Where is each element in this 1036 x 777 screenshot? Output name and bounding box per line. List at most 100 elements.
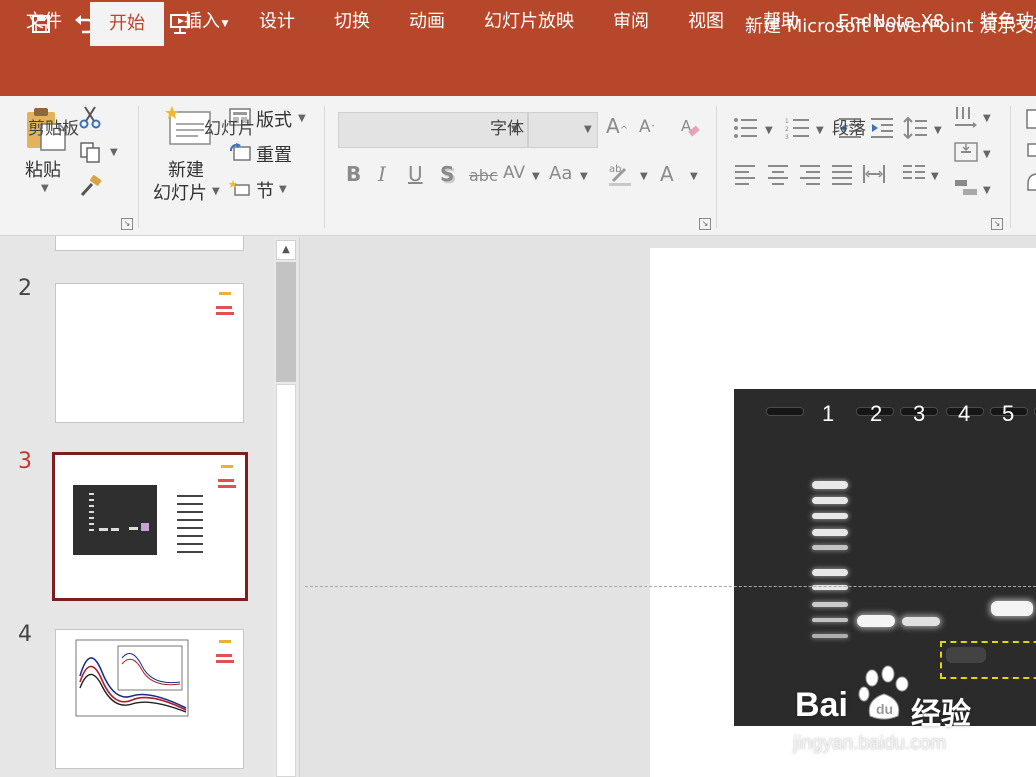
tab-slideshow[interactable]: 幻灯片放映 xyxy=(484,0,574,46)
cut-icon[interactable] xyxy=(78,104,102,130)
thumb-tag-red xyxy=(216,660,234,663)
layout-dropdown-icon[interactable]: ▼ xyxy=(298,113,306,124)
svg-text:3: 3 xyxy=(785,134,789,139)
tab-transitions[interactable]: 切换 xyxy=(334,0,370,46)
reset-button-label[interactable]: 重置 xyxy=(256,141,292,167)
tab-home[interactable]: 开始 xyxy=(90,2,164,46)
italic-icon[interactable]: I xyxy=(378,162,386,186)
thumb-tag-yellow xyxy=(221,465,233,468)
numbering-icon[interactable]: 123 xyxy=(784,116,812,140)
thumb-tag-red xyxy=(216,312,234,315)
svg-text:2: 2 xyxy=(785,126,789,133)
bold-icon[interactable]: B xyxy=(346,162,361,186)
new-slide-dropdown-icon[interactable]: ▼ xyxy=(212,186,220,197)
ribbon-separator xyxy=(1010,106,1011,228)
align-center-icon[interactable] xyxy=(765,162,791,186)
tab-file[interactable]: 文件 xyxy=(26,0,62,46)
character-spacing-dropdown-icon[interactable]: ▼ xyxy=(532,171,540,182)
watermark-url: jingyan.baidu.com xyxy=(793,733,947,754)
tab-animations[interactable]: 动画 xyxy=(409,0,445,46)
ladder-band xyxy=(812,602,848,607)
slide-thumbnail-3[interactable] xyxy=(52,452,248,601)
character-spacing-icon[interactable]: AV xyxy=(503,163,525,183)
section-icon[interactable] xyxy=(228,178,252,198)
bullets-dropdown-icon[interactable]: ▼ xyxy=(765,125,773,136)
font-launcher-icon[interactable]: ↘ xyxy=(699,218,711,230)
copy-icon[interactable] xyxy=(78,140,102,164)
text-shadow-icon[interactable]: S xyxy=(440,162,454,186)
highlight-dashed-box xyxy=(940,641,1036,679)
font-size-dropdown-icon[interactable]: ▼ xyxy=(584,124,592,135)
tab-special-features[interactable]: 特色功 xyxy=(980,0,1034,46)
align-left-icon[interactable] xyxy=(732,162,758,186)
align-text-dropdown-icon[interactable]: ▼ xyxy=(983,149,991,160)
justify-icon[interactable] xyxy=(829,162,855,186)
numbering-dropdown-icon[interactable]: ▼ xyxy=(816,125,824,136)
change-case-icon[interactable]: Aa xyxy=(549,163,572,184)
slide-number: 2 xyxy=(18,276,32,301)
ribbon-tabs xyxy=(0,50,1036,96)
convert-to-smartart-icon[interactable] xyxy=(952,176,980,200)
paragraph-launcher-icon[interactable]: ↘ xyxy=(991,218,1003,230)
ladder-band xyxy=(812,569,848,576)
smartart-dropdown-icon[interactable]: ▼ xyxy=(983,185,991,196)
change-case-dropdown-icon[interactable]: ▼ xyxy=(580,171,588,182)
svg-text:1: 1 xyxy=(785,118,789,125)
gel-well xyxy=(766,407,804,416)
clipboard-launcher-icon[interactable]: ↘ xyxy=(121,218,133,230)
paste-button-label[interactable]: 粘贴 xyxy=(25,156,61,182)
bullets-icon[interactable] xyxy=(732,116,760,140)
thumb-tag-red xyxy=(218,479,234,482)
line-spacing-icon[interactable] xyxy=(902,116,930,140)
scroll-up-icon[interactable]: ▲ xyxy=(276,240,296,260)
lane-label: 3 xyxy=(913,401,926,426)
copy-dropdown-icon[interactable]: ▼ xyxy=(110,147,118,158)
drawing-shapes-icon[interactable] xyxy=(1024,108,1036,204)
line-spacing-dropdown-icon[interactable]: ▼ xyxy=(934,125,942,136)
font-color-dropdown-icon[interactable]: ▼ xyxy=(690,171,698,182)
increase-font-size-icon[interactable]: A^ xyxy=(606,114,628,138)
paste-dropdown-icon[interactable]: ▼ xyxy=(41,183,49,194)
underline-icon[interactable]: U xyxy=(408,162,423,186)
section-button-label[interactable]: 节 xyxy=(256,177,274,203)
columns-icon[interactable] xyxy=(900,162,928,186)
slide-thumbnail-4[interactable] xyxy=(55,629,244,769)
text-direction-icon[interactable] xyxy=(952,104,980,130)
highlight-dropdown-icon[interactable]: ▼ xyxy=(640,171,648,182)
layout-button-label[interactable]: 版式 xyxy=(256,106,292,132)
ladder-band xyxy=(812,529,848,536)
ladder-band xyxy=(812,513,848,519)
tab-insert[interactable]: 插入 xyxy=(184,0,220,46)
tab-design[interactable]: 设计 xyxy=(259,0,295,46)
align-right-icon[interactable] xyxy=(797,162,823,186)
font-group-label: 字体 xyxy=(490,119,524,139)
scrollbar-track[interactable] xyxy=(276,384,296,777)
clear-formatting-icon[interactable]: A xyxy=(678,114,702,140)
tab-review[interactable]: 审阅 xyxy=(613,0,649,46)
font-color-icon[interactable]: A xyxy=(660,162,674,186)
slide-thumbnail-partial[interactable] xyxy=(55,236,244,251)
new-slide-label-line2[interactable]: 幻灯片 xyxy=(153,179,207,205)
highlight-icon[interactable]: ab xyxy=(606,160,634,188)
thumb-tag-yellow xyxy=(219,640,231,643)
strikethrough-icon[interactable]: abc xyxy=(469,166,498,185)
text-direction-dropdown-icon[interactable]: ▼ xyxy=(983,113,991,124)
increase-indent-icon[interactable] xyxy=(868,116,896,140)
tab-endnote[interactable]: EndNote X8 xyxy=(838,0,944,46)
reset-icon[interactable] xyxy=(228,142,252,162)
ribbon-separator xyxy=(716,106,717,228)
lane-label: 1 xyxy=(822,401,835,426)
tab-help[interactable]: 帮助 xyxy=(763,0,799,46)
thumb-tag-red xyxy=(216,654,232,657)
tab-view[interactable]: 视图 xyxy=(688,0,724,46)
thumb-tag-yellow xyxy=(219,292,231,295)
watermark-brand: Bai xyxy=(795,686,848,724)
format-painter-icon[interactable] xyxy=(78,174,104,198)
decrease-font-size-icon[interactable]: Aˇ xyxy=(639,117,655,137)
section-dropdown-icon[interactable]: ▼ xyxy=(279,184,287,195)
slide-thumbnail-2[interactable] xyxy=(55,283,244,423)
distributed-icon[interactable] xyxy=(861,162,887,186)
columns-dropdown-icon[interactable]: ▼ xyxy=(931,171,939,182)
scrollbar-thumb[interactable] xyxy=(276,262,296,382)
align-text-icon[interactable] xyxy=(952,140,980,164)
